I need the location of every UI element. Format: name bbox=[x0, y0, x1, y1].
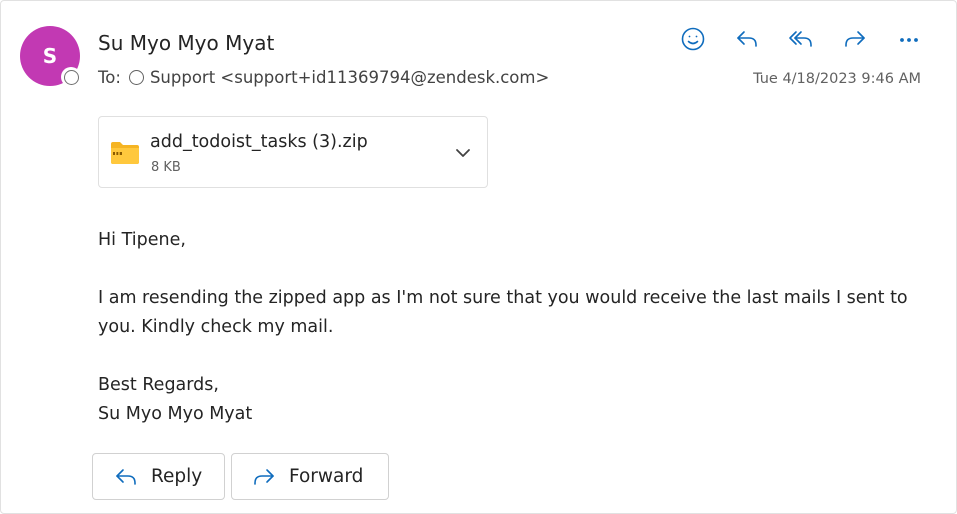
recipient-presence-icon bbox=[128, 70, 144, 85]
forward-icon bbox=[254, 468, 274, 485]
message-timestamp: Tue 4/18/2023 9:46 AM bbox=[753, 71, 921, 87]
attachment-size: 8 KB bbox=[151, 160, 181, 175]
reading-pane: S Su Myo Myo Myat To: Support <support+i… bbox=[0, 0, 957, 514]
reply-button-label: Reply bbox=[151, 466, 203, 487]
forward-button[interactable]: Forward bbox=[231, 453, 389, 500]
to-label: To: bbox=[98, 68, 121, 87]
reply-action-button[interactable] bbox=[731, 23, 763, 55]
recipient-line: To: Support <support+id11369794@zendesk.… bbox=[98, 68, 549, 87]
avatar-initial: S bbox=[42, 44, 58, 68]
greeting: Hi Tipene, bbox=[98, 230, 186, 250]
attachment-menu-button[interactable] bbox=[451, 141, 475, 165]
closing: Best Regards, bbox=[98, 375, 219, 395]
signature: Su Myo Myo Myat bbox=[98, 404, 253, 424]
body-paragraph: I am resending the zipped app as I'm not… bbox=[98, 288, 908, 337]
attachment-name: add_todoist_tasks (3).zip bbox=[150, 132, 368, 152]
reply-all-action-button[interactable] bbox=[785, 23, 817, 55]
presence-status-icon bbox=[61, 67, 81, 87]
message-body: Hi Tipene, I am resending the zipped app… bbox=[98, 226, 938, 429]
message-actions bbox=[677, 23, 925, 55]
recipient-address[interactable]: Support <support+id11369794@zendesk.com> bbox=[150, 68, 549, 87]
emoji-reaction-button[interactable] bbox=[677, 23, 709, 55]
emoji-icon bbox=[681, 27, 705, 51]
forward-action-button[interactable] bbox=[839, 23, 871, 55]
reply-all-icon bbox=[789, 31, 812, 47]
sender-name[interactable]: Su Myo Myo Myat bbox=[98, 31, 274, 55]
more-icon bbox=[900, 38, 918, 42]
reply-button[interactable]: Reply bbox=[92, 453, 225, 500]
forward-button-label: Forward bbox=[289, 466, 364, 487]
forward-icon bbox=[845, 31, 865, 47]
zip-folder-icon bbox=[111, 142, 139, 164]
more-actions-button[interactable] bbox=[893, 23, 925, 55]
chevron-down-icon bbox=[456, 149, 470, 157]
reply-icon bbox=[116, 468, 136, 485]
attachment-card[interactable]: add_todoist_tasks (3).zip 8 KB bbox=[98, 116, 488, 188]
reply-icon bbox=[737, 31, 757, 47]
